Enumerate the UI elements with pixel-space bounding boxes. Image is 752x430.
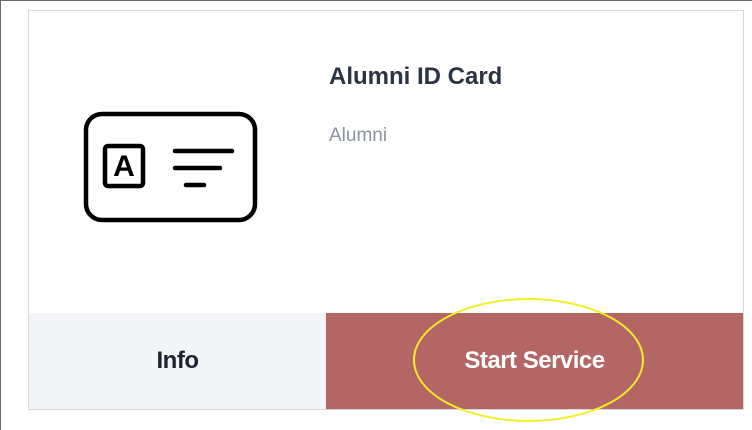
id-card-icon: A — [83, 111, 258, 223]
id-card-letter: A — [113, 150, 135, 183]
card-subtitle: Alumni — [329, 125, 388, 146]
window-edge-left — [0, 0, 1, 430]
card-title: Alumni ID Card — [329, 63, 503, 90]
start-service-button[interactable]: Start Service — [326, 313, 743, 409]
card-body: A Alumni ID Card Alumni — [29, 11, 743, 313]
window-edge-top — [0, 0, 752, 1]
card-actions: Info Start Service — [29, 313, 743, 409]
info-button[interactable]: Info — [29, 313, 326, 409]
service-card: A Alumni ID Card Alumni Info Start Servi… — [28, 10, 744, 410]
